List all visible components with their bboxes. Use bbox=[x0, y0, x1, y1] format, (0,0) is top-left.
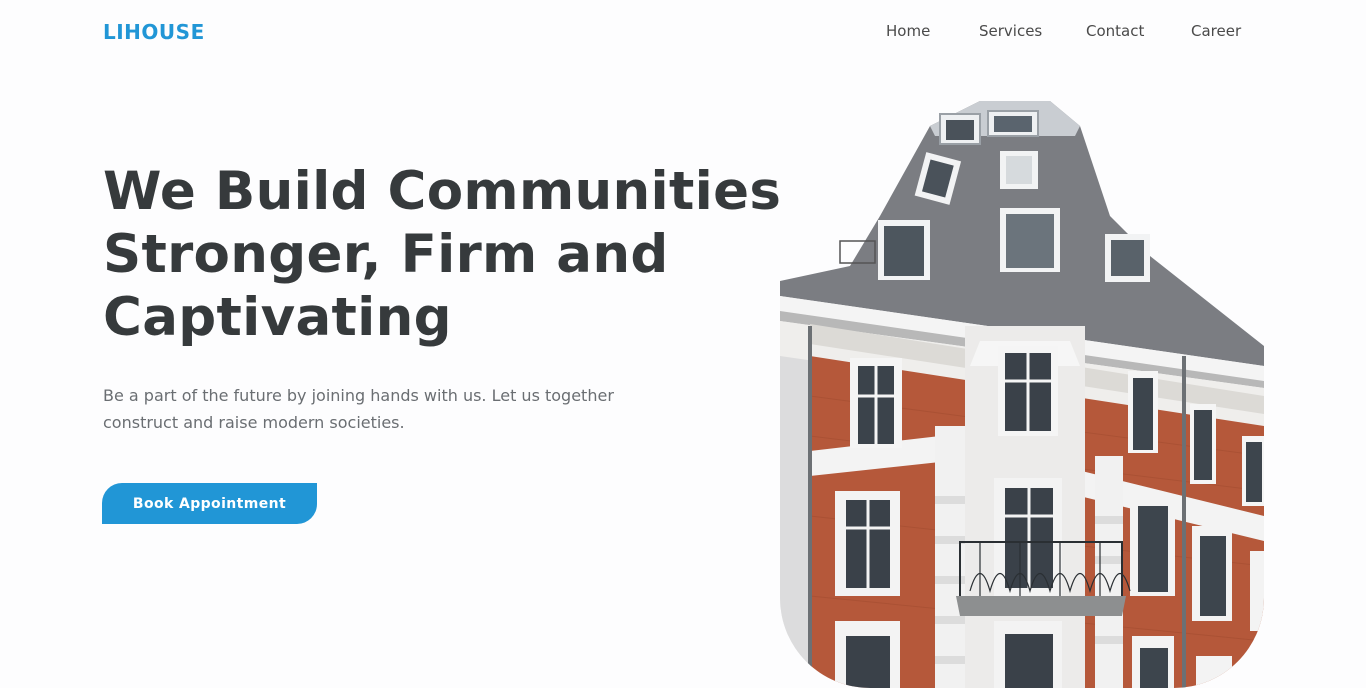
nav-link-contact[interactable]: Contact bbox=[1086, 22, 1144, 40]
nav-link-home[interactable]: Home bbox=[886, 22, 930, 40]
hero-description: Be a part of the future by joining hands… bbox=[103, 386, 614, 432]
nav-link-services[interactable]: Services bbox=[979, 22, 1042, 40]
hero-title: We Build Communities Stronger, Firm and … bbox=[103, 161, 782, 348]
book-appointment-button[interactable]: Book Appointment bbox=[102, 483, 317, 524]
main-nav: Home Services Contact Career bbox=[0, 22, 1366, 44]
nav-link-career[interactable]: Career bbox=[1191, 22, 1241, 40]
landing-page: LIHOUSE Home Services Contact Career We … bbox=[0, 0, 1366, 688]
building-photo bbox=[780, 96, 1264, 688]
